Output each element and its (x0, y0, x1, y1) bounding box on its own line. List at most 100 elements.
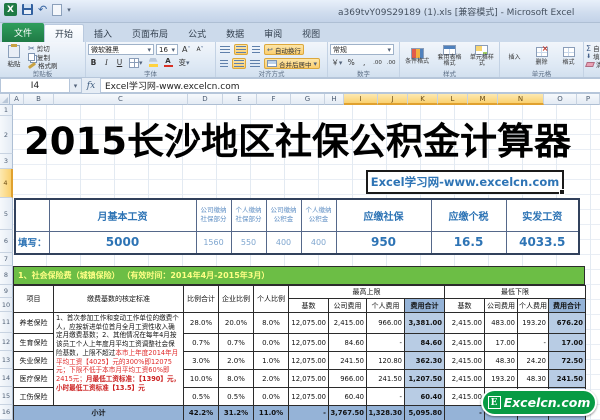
calc-corner-cell[interactable] (14, 198, 50, 232)
qat-dropdown-icon[interactable] (67, 6, 71, 14)
format-as-table-button[interactable]: 套用表格格式 (434, 44, 464, 69)
ins-lower-base-cell[interactable]: 2,415.00 (444, 369, 485, 388)
ins-item-cell[interactable]: 医疗保险 (13, 369, 54, 388)
ins-subtotal-lower-base[interactable]: - (444, 405, 485, 420)
save-icon[interactable] (22, 4, 33, 15)
col-header-g[interactable]: G (291, 94, 325, 105)
shrink-font-button[interactable] (194, 44, 205, 55)
ins-item-cell[interactable]: 工伤保险 (13, 387, 54, 406)
calc-header-company-fund[interactable]: 公司缴纳 公积金 (265, 198, 302, 232)
tab-data[interactable]: 数据 (216, 24, 254, 42)
ins-item-cell[interactable]: 失业保险 (13, 351, 54, 370)
name-box-dropdown[interactable] (70, 78, 82, 93)
row-header-2[interactable]: 2 (0, 116, 13, 154)
comma-format-button[interactable]: , (359, 57, 370, 68)
col-header-l[interactable]: L (438, 94, 468, 105)
ins-ratio-company-cell[interactable]: 2.0% (218, 351, 254, 370)
calc-header-personal-ss[interactable]: 个人缴纳 社保部分 (230, 198, 267, 232)
ins-lower-base-cell[interactable]: 2,415.00 (444, 387, 485, 406)
currency-format-button[interactable]: ￥ (330, 57, 344, 68)
calc-tax-due-cell[interactable]: 16.5 (430, 230, 507, 255)
ins-header-upper-company-fee[interactable]: 公司费用 (328, 298, 367, 313)
undo-icon[interactable] (38, 4, 47, 15)
increase-decimal-button[interactable]: .00 (372, 57, 384, 68)
row-header-16[interactable]: 16 (0, 405, 13, 420)
align-bottom-button[interactable] (250, 44, 262, 55)
col-header-o[interactable]: O (544, 94, 577, 105)
ins-header-upper-personal-fee[interactable]: 个人费用 (366, 298, 405, 313)
row-header-3[interactable]: 3 (0, 154, 13, 169)
calc-company-fund-cell[interactable]: 400 (265, 230, 302, 255)
ins-upper-company-cell[interactable]: 60.40 (328, 387, 367, 406)
ins-lower-total-cell[interactable]: 676.20 (548, 312, 586, 334)
ins-header-standard[interactable]: 缴费基数的核定标准 (53, 285, 184, 313)
ins-upper-company-cell[interactable]: 241.50 (328, 351, 367, 370)
row-header-1[interactable]: 1 (0, 105, 13, 116)
col-header-p[interactable]: P (577, 94, 600, 105)
calc-ss-due-cell[interactable]: 950 (335, 230, 432, 255)
tab-file[interactable]: 文件 (2, 23, 45, 42)
col-header-i[interactable]: I (344, 94, 378, 105)
ins-header-upper-limit[interactable]: 最高上限 (288, 285, 445, 299)
bold-button[interactable]: B (88, 57, 99, 68)
ins-lower-total-cell[interactable]: 72.50 (548, 351, 586, 370)
ins-header-lower-personal-fee[interactable]: 个人费用 (517, 298, 549, 313)
ins-upper-base-cell[interactable]: 12,075.00 (288, 387, 329, 406)
calc-personal-ss-cell[interactable]: 550 (230, 230, 267, 255)
ins-upper-base-cell[interactable]: 12,075.00 (288, 369, 329, 388)
align-top-button[interactable] (218, 44, 232, 55)
ins-ratio-company-cell[interactable]: 0.5% (218, 387, 254, 406)
calc-header-company-ss[interactable]: 公司缴纳 社保部分 (195, 198, 232, 232)
font-color-button[interactable] (162, 57, 175, 68)
row-header-14[interactable]: 14 (0, 369, 13, 387)
percent-format-button[interactable]: % (346, 57, 357, 68)
delete-cells-button[interactable]: 删除 (529, 44, 554, 69)
ins-subtotal-ratio-personal[interactable]: 11.0% (253, 405, 289, 420)
ins-ratio-company-cell[interactable]: 8.0% (218, 369, 254, 388)
row-header-13[interactable]: 13 (0, 351, 13, 369)
underline-button[interactable]: U (114, 57, 125, 68)
row-header-7[interactable]: 7 (0, 253, 13, 266)
insert-cells-button[interactable]: 插入 (500, 44, 600, 357)
calc-header-net-pay[interactable]: 实发工资 (505, 198, 580, 232)
row-header-12[interactable]: 12 (0, 333, 13, 351)
ins-ratio-personal-cell[interactable]: 1.0% (253, 351, 289, 370)
col-header-m[interactable]: M (468, 94, 498, 105)
align-middle-button[interactable] (234, 44, 248, 55)
ins-ratio-personal-cell[interactable]: 0.0% (253, 387, 289, 406)
active-cell-website[interactable]: Excel学习网-www.excelcn.com (366, 170, 565, 195)
number-format-select[interactable]: 常规 (330, 44, 394, 55)
ins-lower-base-cell[interactable]: 2,415.00 (444, 312, 485, 334)
ins-header-ratio-total[interactable]: 比例合计 (183, 285, 219, 313)
ins-lower-personal-cell[interactable]: 48.30 (517, 369, 549, 388)
ins-lower-total-cell[interactable]: 17.00 (548, 333, 586, 352)
ins-upper-personal-cell[interactable]: - (366, 333, 405, 352)
clear-button[interactable]: 清除 (585, 60, 600, 69)
section-header-social-insurance[interactable]: 1、社会保险费（城镇保险） （有效时间：2014年4月-2015年3月） (13, 266, 585, 285)
ins-upper-total-cell[interactable]: 60.40 (404, 387, 445, 406)
ins-header-lower-base[interactable]: 基数 (444, 298, 485, 313)
ins-header-ratio-company[interactable]: 企业比例 (218, 285, 254, 313)
ins-subtotal-upper-personal[interactable]: 1,328.30 (366, 405, 405, 420)
ins-ratio-personal-cell[interactable]: 0.0% (253, 333, 289, 352)
calc-net-pay-cell[interactable]: 4033.5 (505, 230, 580, 255)
sheet-main-title[interactable]: 2015长沙地区社保公积金计算器 (13, 111, 582, 165)
ins-upper-personal-cell[interactable]: 120.80 (366, 351, 405, 370)
formula-input[interactable]: Excel学习网-www.excelcn.com (100, 78, 600, 93)
ins-header-lower-company-fee[interactable]: 公司费用 (484, 298, 518, 313)
calc-header-tax-due[interactable]: 应缴个税 (430, 198, 507, 232)
ins-lower-company-cell[interactable]: 17.00 (484, 333, 518, 352)
ins-subtotal-ratio-total[interactable]: 42.2% (183, 405, 219, 420)
row-header-11[interactable]: 11 (0, 312, 13, 333)
col-header-a[interactable]: A (10, 94, 24, 105)
ins-lower-company-cell[interactable]: 193.20 (484, 369, 518, 388)
name-box[interactable]: I4 (0, 78, 70, 93)
col-header-f[interactable]: F (257, 94, 291, 105)
select-all-corner[interactable] (0, 94, 10, 105)
ins-lower-personal-cell[interactable]: 24.20 (517, 351, 549, 370)
ins-upper-company-cell[interactable]: 2,415.00 (328, 312, 367, 334)
col-header-h[interactable]: H (325, 94, 344, 105)
ins-subtotal-upper-base[interactable]: - (288, 405, 329, 420)
ins-lower-personal-cell[interactable]: 193.20 (517, 312, 549, 334)
col-header-d[interactable]: D (188, 94, 223, 105)
